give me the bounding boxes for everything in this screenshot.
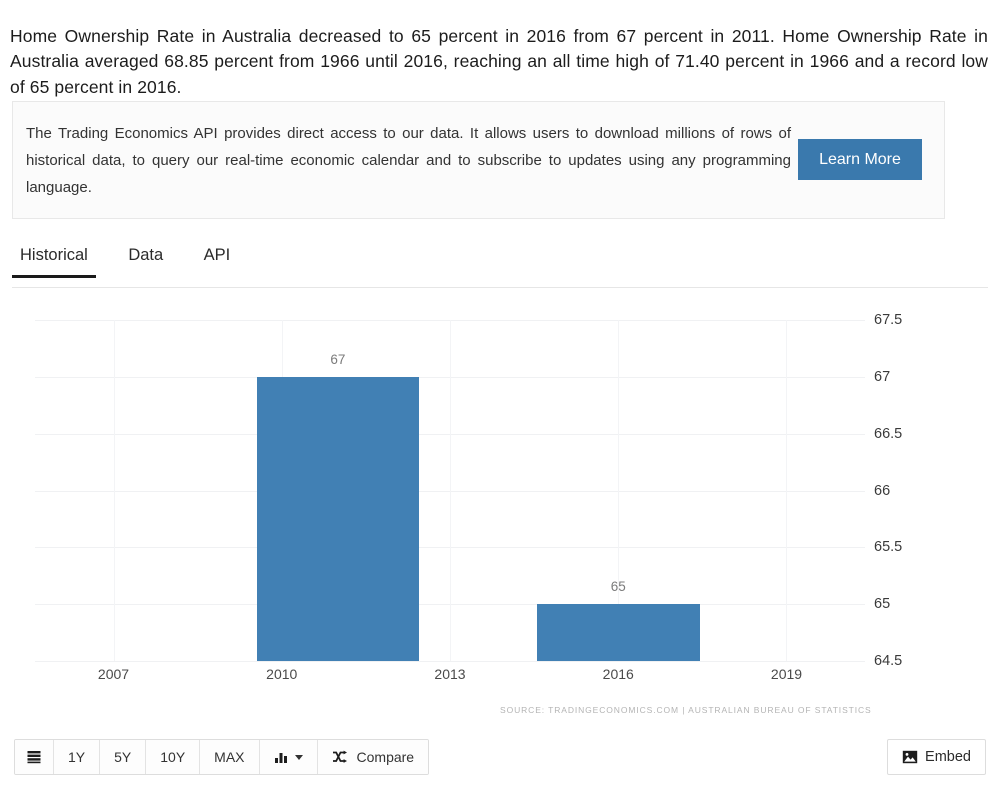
chart-container[interactable]: 67 65 67.5 67 66.5 66 65.5 65 64.5 2007 2010 2013… — [0, 296, 1000, 732]
range-max-button[interactable]: MAX — [200, 740, 260, 774]
list-icon — [26, 749, 42, 765]
y-axis-tick-label: 65 — [874, 596, 891, 613]
bar-chart-icon — [274, 750, 289, 764]
embed-button[interactable]: Embed — [887, 739, 986, 775]
x-axis-tick-label: 2010 — [266, 666, 298, 682]
tab-api[interactable]: API — [196, 246, 239, 277]
chart-gridline-vertical — [786, 320, 788, 661]
y-axis-tick-label: 66 — [874, 482, 891, 499]
range-1y-button[interactable]: 1Y — [54, 740, 101, 774]
chart-type-dropdown[interactable] — [259, 740, 318, 774]
x-axis-tick-label: 2019 — [770, 666, 803, 682]
chart-bar[interactable] — [536, 604, 700, 661]
x-axis-tick-label: 2007 — [97, 666, 130, 682]
compare-label: Compare — [356, 749, 415, 765]
chart-bar-value-label: 65 — [610, 579, 626, 595]
y-axis-tick-label: 66.5 — [874, 425, 903, 442]
chart-plot-area: 67 65 — [35, 320, 865, 662]
page-summary-text: Home Ownership Rate in Australia decreas… — [10, 25, 988, 97]
y-axis-tick-label: 64.5 — [874, 653, 903, 669]
chart-gridline-horizontal — [35, 661, 865, 662]
chart-toolbar: 1Y 5Y 10Y MAX Compare — [14, 739, 430, 775]
tab-data[interactable]: Data — [120, 246, 171, 277]
chart-source-attribution: SOURCE: TRADINGECONOMICS.COM | AUSTRALIA… — [500, 705, 872, 715]
x-axis-tick-label: 2016 — [602, 666, 634, 682]
range-10y-button[interactable]: 10Y — [146, 740, 201, 774]
image-icon — [902, 750, 918, 764]
embed-label: Embed — [925, 749, 971, 765]
page-root: Home Ownership Rate in Australia decreas… — [0, 0, 1000, 802]
x-axis-tick-label: 2013 — [434, 666, 466, 682]
range-5y-button[interactable]: 5Y — [100, 740, 147, 774]
compare-button[interactable]: Compare — [317, 740, 429, 774]
list-view-button[interactable] — [15, 740, 54, 774]
api-promo-banner: The Trading Economics API provides direc… — [12, 101, 945, 219]
y-axis-tick-label: 65.5 — [874, 539, 903, 556]
chevron-down-icon — [294, 754, 303, 760]
chart-bar-value-label: 67 — [330, 351, 346, 367]
tab-historical[interactable]: Historical — [12, 246, 96, 278]
api-promo-text: The Trading Economics API provides direc… — [26, 125, 791, 196]
learn-more-button[interactable]: Learn More — [798, 139, 922, 180]
y-axis-tick-label: 67.5 — [874, 312, 903, 328]
chart-gridline-vertical — [450, 320, 451, 661]
y-axis-tick-label: 67 — [874, 368, 891, 385]
shuffle-icon — [332, 750, 349, 764]
tab-bar: Historical Data API — [12, 246, 988, 288]
chart-gridline-vertical — [113, 320, 115, 661]
chart-bar[interactable] — [256, 376, 420, 661]
